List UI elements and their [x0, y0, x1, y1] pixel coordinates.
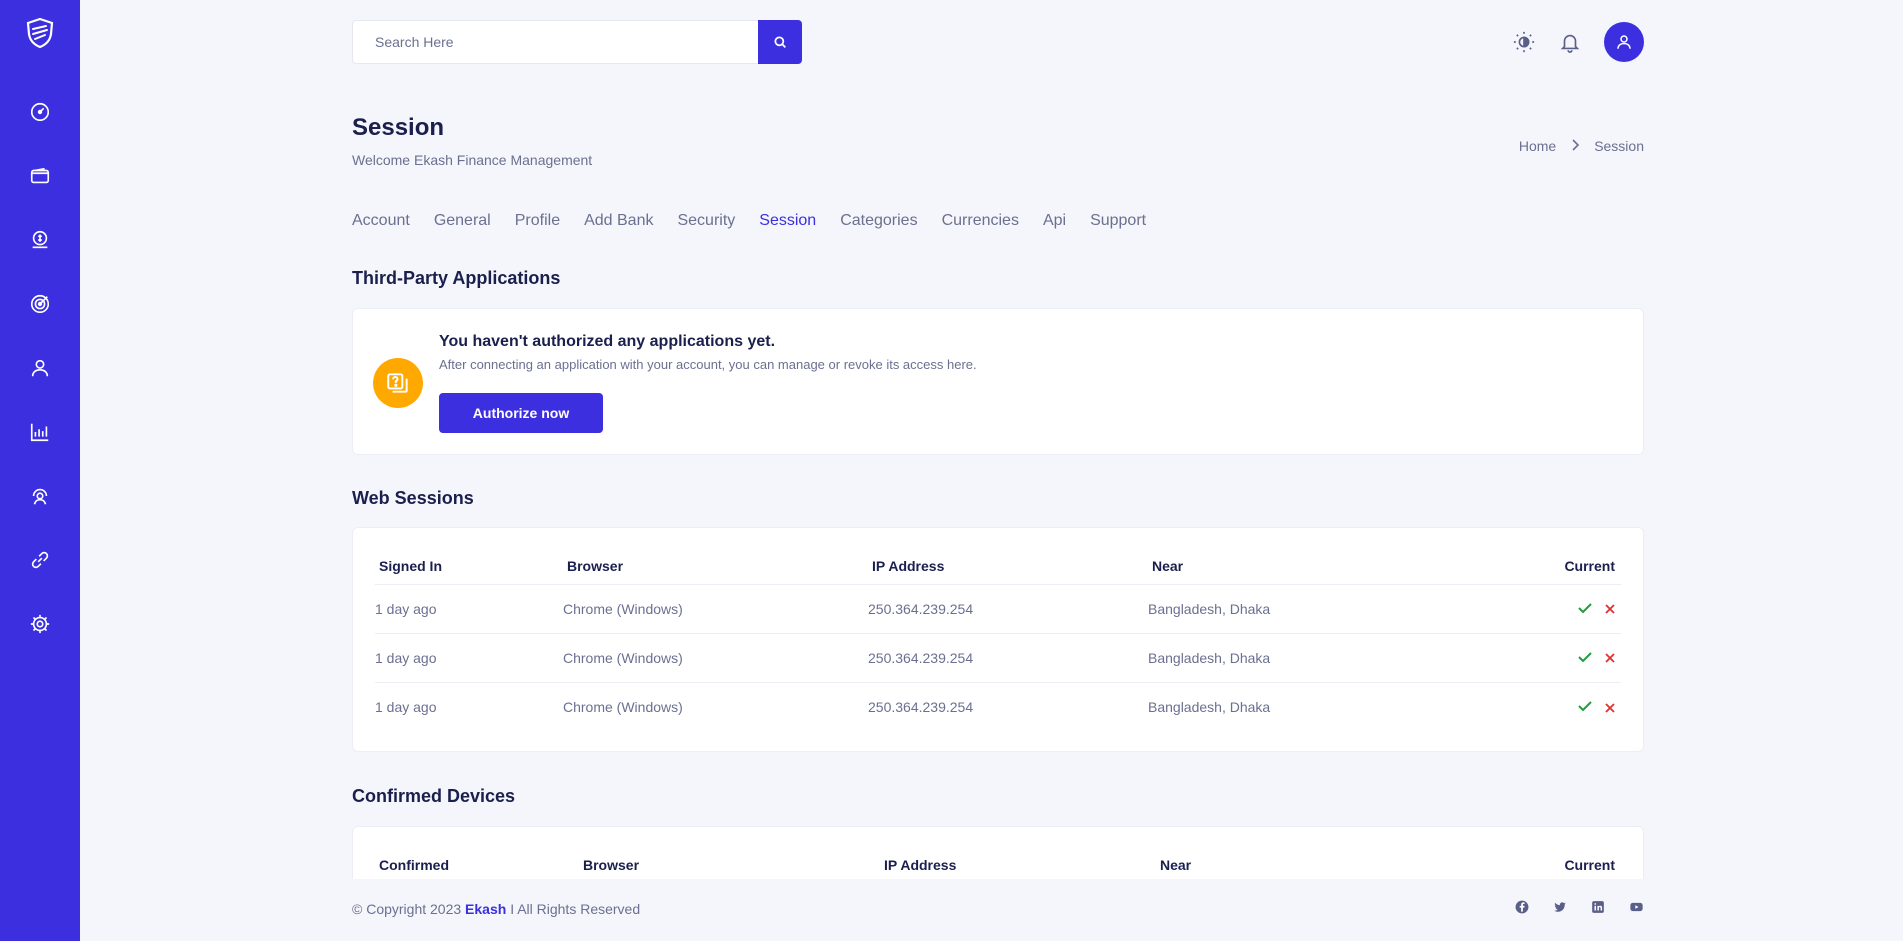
check-icon[interactable]: [1577, 650, 1593, 667]
confirmed-devices-title: Confirmed Devices: [352, 786, 516, 806]
empty-apps-heading: You haven't authorized any applications …: [439, 333, 776, 350]
close-icon[interactable]: [1605, 650, 1615, 666]
tab-profile[interactable]: Profile: [515, 212, 560, 230]
table-row: 1 day ago Chrome (Windows) 250.364.239.2…: [375, 584, 1621, 634]
settings-icon[interactable]: [20, 604, 60, 644]
analytics-icon[interactable]: [20, 412, 60, 452]
tab-account[interactable]: Account: [352, 212, 410, 230]
youtube-icon[interactable]: [1628, 899, 1644, 915]
browser-cell: Chrome (Windows): [563, 633, 868, 683]
tab-api[interactable]: Api: [1043, 212, 1066, 230]
budget-icon[interactable]: [20, 220, 60, 260]
web-sessions-table: Signed In Browser IP Address Near Curren…: [375, 558, 1621, 732]
topbar-actions: [1512, 20, 1644, 64]
check-icon[interactable]: [1577, 699, 1593, 716]
tab-add-bank[interactable]: Add Bank: [584, 212, 653, 230]
search-button[interactable]: [758, 20, 802, 64]
signed-in-cell: 1 day ago: [375, 584, 563, 634]
breadcrumb-current: Session: [1594, 138, 1644, 154]
empty-apps-description: After connecting an application with you…: [439, 357, 977, 372]
search-icon: [774, 36, 786, 48]
footer: © Copyright 2023 Ekash I All Rights Rese…: [80, 879, 1903, 941]
linkedin-icon[interactable]: [1590, 899, 1606, 915]
bell-icon[interactable]: [1558, 30, 1582, 54]
topbar: [352, 20, 1644, 64]
web-sessions-card: Signed In Browser IP Address Near Curren…: [352, 527, 1644, 752]
breadcrumb-home[interactable]: Home: [1519, 138, 1556, 154]
near-cell: Bangladesh, Dhaka: [1148, 584, 1478, 634]
col-ip-address: IP Address: [872, 558, 945, 574]
current-cell: [1478, 633, 1621, 683]
sidebar: [0, 0, 80, 941]
signed-in-cell: 1 day ago: [375, 682, 563, 732]
current-cell: [1478, 584, 1621, 634]
tab-currencies[interactable]: Currencies: [942, 212, 1019, 230]
search-bar: [352, 20, 802, 64]
search-input[interactable]: [352, 20, 758, 64]
tab-session[interactable]: Session: [759, 212, 816, 230]
tab-general[interactable]: General: [434, 212, 491, 230]
close-icon[interactable]: [1605, 601, 1615, 617]
dashboard-icon[interactable]: [20, 92, 60, 132]
support-icon[interactable]: [20, 476, 60, 516]
facebook-icon[interactable]: [1514, 899, 1530, 915]
logo-shield-icon[interactable]: [23, 16, 57, 50]
user-icon: [1617, 35, 1631, 49]
profile-icon[interactable]: [20, 348, 60, 388]
table-header-row: Signed In Browser IP Address Near Curren…: [375, 558, 1621, 585]
web-sessions-table-wrap: Signed In Browser IP Address Near Curren…: [375, 558, 1621, 732]
web-sessions-title: Web Sessions: [352, 488, 474, 508]
copyright-suffix: I All Rights Reserved: [510, 901, 641, 917]
social-links: [1514, 899, 1644, 915]
page-header: Session Welcome Ekash Finance Management: [352, 114, 592, 168]
page-subtitle: Welcome Ekash Finance Management: [352, 152, 593, 168]
link-icon[interactable]: [20, 540, 60, 580]
twitter-icon[interactable]: [1552, 899, 1568, 915]
tab-security[interactable]: Security: [677, 212, 735, 230]
tab-categories[interactable]: Categories: [840, 212, 917, 230]
copyright: © Copyright 2023 Ekash I All Rights Rese…: [352, 901, 640, 917]
third-party-card: You haven't authorized any applications …: [352, 308, 1644, 455]
page-title: Session: [352, 114, 445, 141]
copyright-prefix: © Copyright 2023: [352, 901, 462, 917]
ip-cell: 250.364.239.254: [868, 682, 1148, 732]
close-icon[interactable]: [1605, 700, 1615, 716]
breadcrumb: Home Session: [1519, 138, 1644, 154]
theme-toggle-icon[interactable]: [1512, 30, 1536, 54]
current-cell: [1478, 682, 1621, 732]
table-row: 1 day ago Chrome (Windows) 250.364.239.2…: [375, 633, 1621, 683]
ip-cell: 250.364.239.254: [868, 633, 1148, 683]
tab-support[interactable]: Support: [1090, 212, 1146, 230]
col-browser: Browser: [567, 558, 624, 574]
authorize-now-button[interactable]: Authorize now: [439, 393, 603, 433]
signed-in-cell: 1 day ago: [375, 633, 563, 683]
ip-cell: 250.364.239.254: [868, 584, 1148, 634]
near-cell: Bangladesh, Dhaka: [1148, 633, 1478, 683]
brand-link[interactable]: Ekash: [465, 901, 506, 917]
browser-cell: Chrome (Windows): [563, 584, 868, 634]
table-row: 1 day ago Chrome (Windows) 250.364.239.2…: [375, 682, 1621, 732]
third-party-title: Third-Party Applications: [352, 268, 561, 288]
col-current: Current: [1564, 558, 1615, 574]
wallet-icon[interactable]: [20, 156, 60, 196]
avatar[interactable]: [1604, 22, 1644, 62]
check-icon[interactable]: [1577, 601, 1593, 618]
settings-tabs: Account General Profile Add Bank Securit…: [352, 212, 1146, 230]
chevron-right-icon: [1570, 138, 1580, 154]
near-cell: Bangladesh, Dhaka: [1148, 682, 1478, 732]
col-near: Near: [1152, 558, 1184, 574]
browser-cell: Chrome (Windows): [563, 682, 868, 732]
col-signed-in: Signed In: [379, 558, 442, 574]
app-question-icon: [373, 358, 423, 408]
goals-icon[interactable]: [20, 284, 60, 324]
